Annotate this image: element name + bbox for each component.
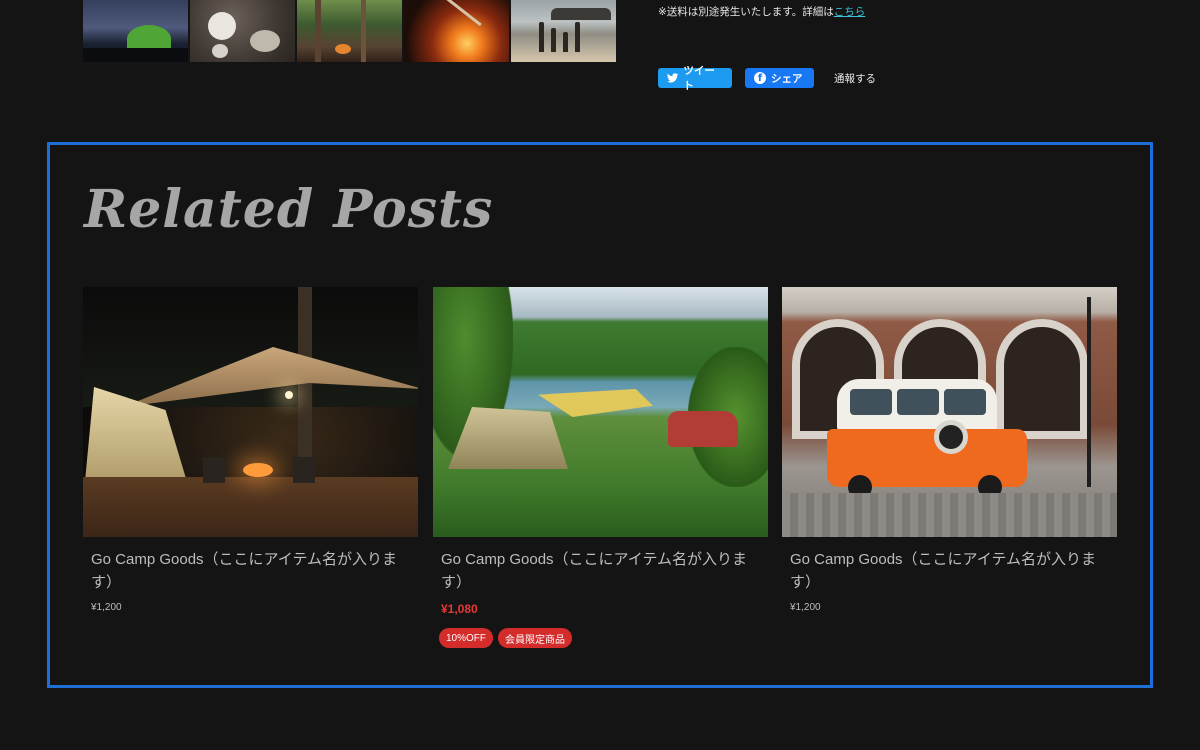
thumbnail-night-tent[interactable] [83, 0, 188, 62]
car-shape [668, 411, 738, 447]
product-image-lake-camp[interactable] [433, 287, 768, 537]
related-post-card[interactable]: Go Camp Goods（ここにアイテム名が入ります） ¥1,200 [782, 287, 1117, 613]
plate-shape [212, 44, 228, 58]
person-shape [551, 28, 556, 52]
discount-badge: 10%OFF [439, 628, 494, 648]
gallery-thumbnails [83, 0, 616, 62]
facebook-icon: f [754, 72, 766, 84]
product-badges: 10%OFF 会員限定商品 [433, 628, 768, 648]
thumbnail-beach-family[interactable] [511, 0, 616, 62]
arch-shape [996, 319, 1088, 439]
rocks-shape [551, 8, 611, 20]
facebook-share-button[interactable]: f シェア [745, 68, 814, 88]
tweet-button[interactable]: ツイート [658, 65, 732, 92]
twitter-bird-icon [667, 73, 679, 83]
thumbnail-forest-camp[interactable] [297, 0, 402, 62]
shipping-note: ※送料は別途発生いたします。詳細はこちら [658, 4, 865, 19]
van-window-shape [897, 389, 939, 415]
members-only-badge: 会員限定商品 [498, 628, 573, 648]
van-window-shape [850, 389, 892, 415]
product-title[interactable]: Go Camp Goods（ここにアイテム名が入ります） [782, 548, 1117, 594]
van-window-shape [944, 389, 986, 415]
campfire-shape [243, 463, 273, 477]
thumbnail-camp-cookware[interactable] [190, 0, 295, 62]
related-posts-section: Related Posts Go Camp Goods（ここにアイテム名が入りま… [47, 142, 1153, 688]
street-shape [782, 493, 1117, 537]
product-price: ¥1,200 [91, 602, 122, 613]
product-title[interactable]: Go Camp Goods（ここにアイテム名が入ります） [83, 548, 418, 594]
lamp-post-shape [1087, 297, 1091, 487]
product-title[interactable]: Go Camp Goods（ここにアイテム名が入ります） [433, 548, 768, 594]
cup-shape [208, 12, 236, 40]
product-sale-price: ¥1,080 [441, 602, 478, 616]
share-buttons: ツイート f シェア 通報する [658, 65, 876, 92]
person-shape [575, 22, 580, 52]
fire-shape [335, 44, 351, 54]
related-post-card[interactable]: Go Camp Goods（ここにアイテム名が入ります） ¥1,080 10%O… [433, 287, 768, 648]
related-posts-title: Related Posts [84, 179, 494, 240]
lantern-shape [285, 391, 293, 399]
shipping-details-link[interactable]: こちら [834, 6, 866, 18]
report-link[interactable]: 通報する [834, 71, 876, 86]
stick-shape [440, 0, 482, 27]
tweet-label: ツイート [683, 65, 715, 92]
spare-tire-shape [934, 420, 968, 454]
product-image-night-camp[interactable] [83, 287, 418, 537]
person-shape [563, 32, 568, 52]
related-post-card[interactable]: Go Camp Goods（ここにアイテム名が入ります） ¥1,200 [83, 287, 418, 613]
product-image-orange-van[interactable] [782, 287, 1117, 537]
chair-shape [293, 457, 315, 483]
product-price: ¥1,200 [790, 602, 821, 613]
shipping-note-text: ※送料は別途発生いたします。詳細は [658, 6, 834, 18]
tree-trunk-shape [315, 0, 321, 62]
tree-trunk-shape [361, 0, 366, 62]
share-label: シェア [771, 72, 803, 85]
thumbnail-campfire[interactable] [404, 0, 509, 62]
person-shape [539, 22, 544, 52]
tarp-shape [538, 389, 653, 417]
ground-shape [83, 477, 418, 537]
ground-shape [83, 48, 188, 62]
chair-shape [203, 457, 225, 483]
plate-shape [250, 30, 280, 52]
